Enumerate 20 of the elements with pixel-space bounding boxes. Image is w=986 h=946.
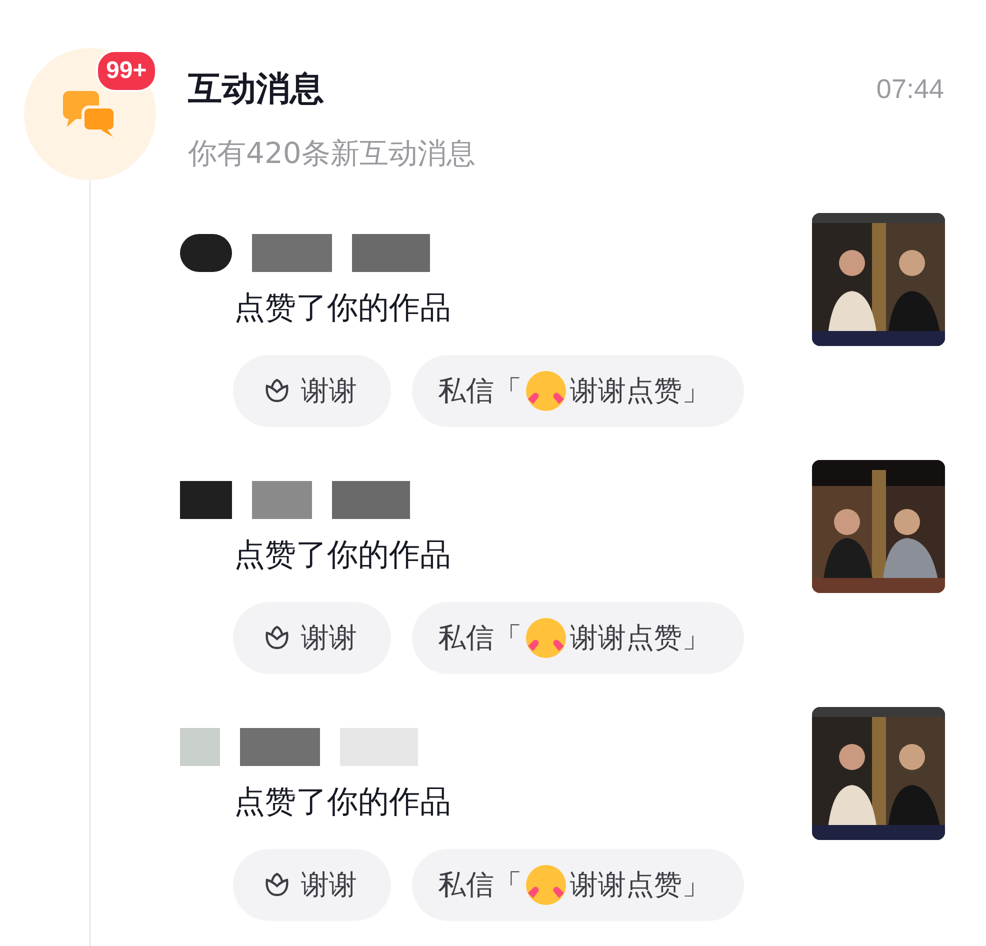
reply-button[interactable]: 私信「 谢谢点赞」 [412, 602, 744, 674]
activity-text: 点赞了你的作品 [234, 536, 452, 575]
thanks-button[interactable]: 谢谢 [233, 849, 391, 921]
reply-button[interactable]: 私信「 谢谢点赞」 [412, 355, 744, 427]
activity-text: 点赞了你的作品 [234, 289, 452, 328]
message-summary: 你有420条新互动消息 [188, 135, 476, 172]
flower-icon [263, 377, 291, 405]
redaction-block [180, 728, 220, 766]
activity-text: 点赞了你的作品 [234, 783, 452, 822]
redaction-block [252, 481, 312, 519]
reply-button[interactable]: 私信「 谢谢点赞」 [412, 849, 744, 921]
thanks-button[interactable]: 谢谢 [233, 602, 391, 674]
unread-badge: 99+ [96, 50, 157, 92]
flower-icon [263, 624, 291, 652]
redaction-block [180, 481, 232, 519]
message-time: 07:44 [876, 74, 944, 104]
thanks-button[interactable]: 谢谢 [233, 355, 391, 427]
message-title: 互动消息 [188, 68, 324, 111]
redaction-block [180, 234, 232, 272]
flower-icon [263, 871, 291, 899]
